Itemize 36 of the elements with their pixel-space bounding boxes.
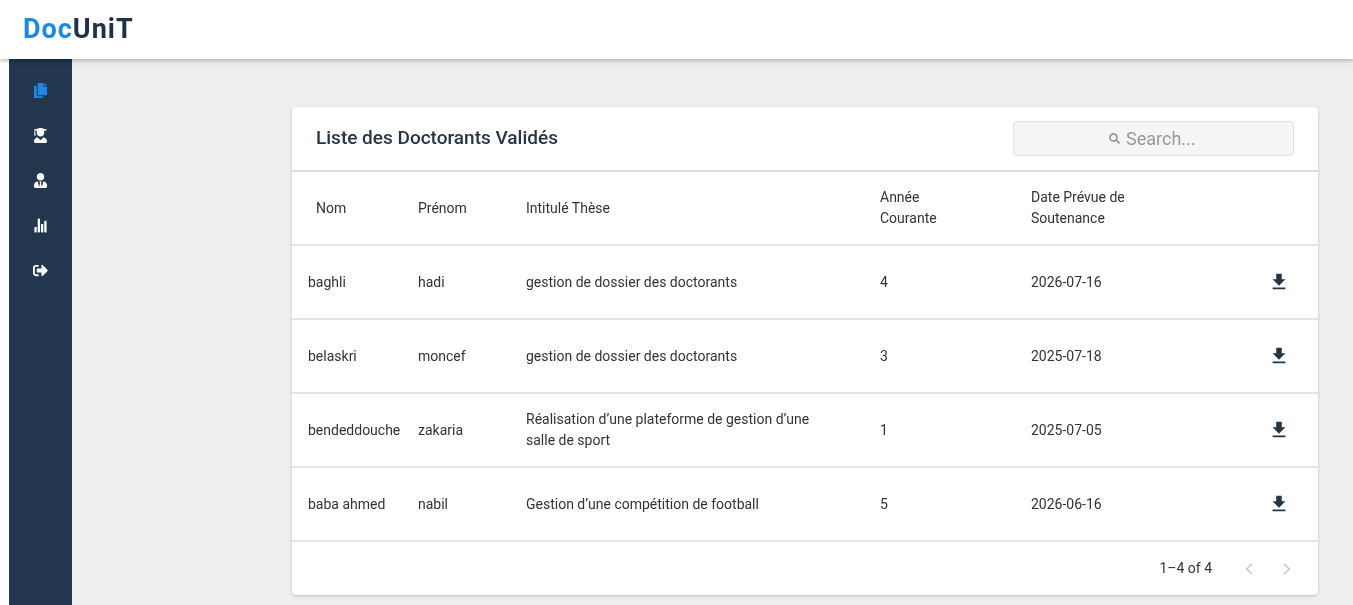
search-field[interactable]: Search... [1013, 121, 1294, 156]
column-header: Date Prévue de Soutenance [1031, 188, 1126, 228]
graduate-icon[interactable] [33, 128, 48, 143]
table-cell: 3 [880, 347, 888, 364]
table-cell: gestion de dossier des doctorants [526, 273, 738, 290]
card-title: Liste des Doctorants Validés [316, 125, 558, 152]
table-cell: baba ahmed [308, 495, 386, 512]
search-icon [1109, 133, 1120, 144]
table-cell: 2026-06-16 [1031, 495, 1102, 512]
table-cell: gestion de dossier des doctorants [526, 347, 738, 364]
column-header: Nom [316, 199, 347, 216]
table-cell: belaskri [308, 347, 357, 364]
logo-text: Doc [23, 12, 73, 48]
logout-icon[interactable] [33, 263, 48, 278]
table-cell: bendeddouche [308, 421, 401, 438]
table-cell: 2025-07-18 [1031, 347, 1102, 364]
table-cell: moncef [418, 347, 466, 364]
column-header: Intitulé Thèse [526, 199, 610, 216]
table-cell: Réalisation d’une plateforme de gestion d’une salle de sport [526, 411, 810, 448]
table-cell: nabil [418, 495, 449, 512]
table-cell: 2025-07-05 [1031, 421, 1102, 438]
column-header: Année Courante [880, 188, 938, 228]
person-icon[interactable] [33, 173, 48, 188]
table-cell: 4 [880, 273, 888, 290]
table-cell: Gestion d’une compétition de football [526, 495, 759, 512]
table-cell: 1 [880, 421, 888, 438]
table-cell: 5 [880, 495, 888, 512]
documents-icon[interactable] [33, 83, 48, 98]
table-cell: baghli [308, 273, 346, 290]
bar-chart-icon[interactable] [33, 218, 48, 233]
table-cell: hadi [418, 273, 445, 290]
column-header: Prénom [418, 199, 467, 216]
logo-text: UniT [72, 12, 134, 48]
table-cell: zakaria [418, 421, 464, 438]
pagination-range: 1–4 of 4 [1159, 559, 1212, 578]
table-cell: 2026-07-16 [1031, 273, 1102, 290]
